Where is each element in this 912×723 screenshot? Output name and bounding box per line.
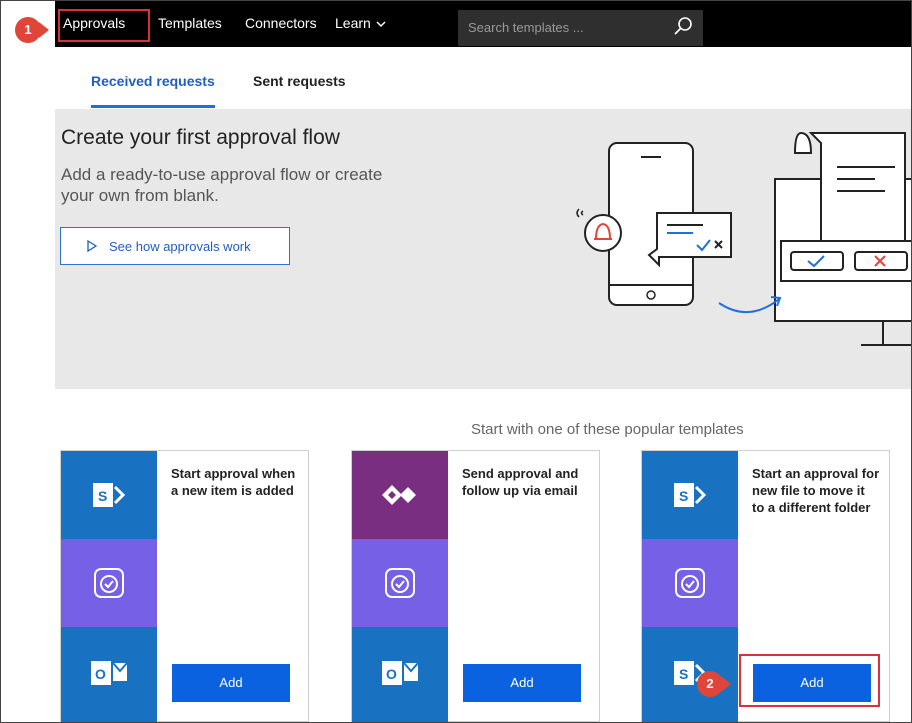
step1-badge-arrow	[39, 22, 49, 38]
step2-highlight-box	[739, 654, 880, 707]
card2-icon-strip-bottom: O	[352, 627, 448, 722]
card1-icon-strip-top: S	[61, 451, 157, 539]
outlook-icon: O	[382, 661, 419, 685]
step1-badge: 1	[15, 17, 41, 43]
search-box[interactable]: Search templates ...	[458, 10, 703, 46]
card3-icon-strip-bottom: S	[642, 627, 738, 722]
outlook-icon: O	[91, 661, 128, 685]
svg-text:O: O	[95, 666, 106, 682]
chevron-down-icon	[376, 21, 386, 27]
app-frame: Approvals Templates Connectors Learn Sea…	[0, 0, 912, 723]
svg-text:O: O	[386, 666, 397, 682]
svg-text:S: S	[679, 488, 688, 504]
sharepoint-icon: S	[674, 483, 707, 507]
sharepoint-icon: S	[93, 483, 126, 507]
card1-icon-strip-bottom: O	[61, 627, 157, 722]
card2-icon-strip-mid	[352, 539, 448, 627]
approvals-icon	[385, 568, 415, 598]
see-how-approvals-work-button[interactable]: See how approvals work	[60, 227, 290, 265]
top-nav-bar: Approvals Templates Connectors Learn Sea…	[55, 1, 911, 47]
templates-heading: Start with one of these popular template…	[471, 421, 744, 438]
hero-banner: Create your first approval flow Add a re…	[55, 109, 911, 389]
approvals-icon	[94, 568, 124, 598]
nav-learn-label: Learn	[335, 15, 371, 31]
card1-add-button[interactable]: Add	[172, 664, 290, 702]
step2-badge: 2	[697, 671, 723, 697]
step1-highlight-box	[58, 9, 150, 42]
card3-icon-strip-mid	[642, 539, 738, 627]
play-icon	[87, 240, 97, 252]
request-tabs: Received requests Sent requests	[55, 47, 911, 109]
card3-icon-strip-top: S	[642, 451, 738, 539]
card2-add-button[interactable]: Add	[463, 664, 581, 702]
approval-illustration	[576, 131, 911, 346]
see-how-approvals-work-label: See how approvals work	[109, 239, 251, 254]
nav-learn[interactable]: Learn	[335, 15, 386, 31]
svg-text:S: S	[98, 488, 107, 504]
card1-title: Start approval when a new item is added	[171, 466, 296, 498]
tab-received-requests[interactable]: Received requests	[91, 73, 215, 89]
hero-subtitle: Add a ready-to-use approval flow or crea…	[61, 165, 383, 205]
active-tab-underline	[91, 105, 215, 108]
approvals-icon	[675, 568, 705, 598]
card1-icon-strip-mid	[61, 539, 157, 627]
svg-text:S: S	[679, 666, 688, 682]
search-button[interactable]	[663, 10, 703, 46]
diamond-connector-icon	[382, 485, 416, 505]
card2-title: Send approval and follow up via email	[462, 466, 579, 498]
step2-badge-arrow	[721, 676, 731, 692]
template-card-1[interactable]: S O Start approval when a new item is ad…	[60, 450, 309, 722]
nav-templates[interactable]: Templates	[158, 15, 222, 31]
card3-title: Start an approval for new file to move i…	[752, 466, 880, 515]
nav-connectors[interactable]: Connectors	[245, 15, 317, 31]
search-icon	[674, 17, 692, 35]
hero-title: Create your first approval flow	[61, 126, 340, 149]
tab-sent-requests[interactable]: Sent requests	[253, 73, 346, 89]
template-card-2[interactable]: O Send approval and follow up via email …	[351, 450, 600, 722]
search-input[interactable]: Search templates ...	[468, 20, 584, 35]
card2-icon-strip-top	[352, 451, 448, 539]
